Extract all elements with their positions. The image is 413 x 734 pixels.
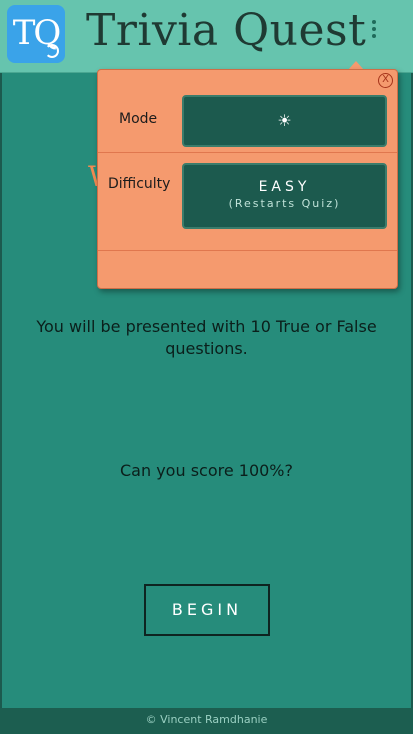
difficulty-value: EASY bbox=[258, 179, 311, 195]
difficulty-note: (Restarts Quiz) bbox=[228, 197, 341, 210]
footer: © Vincent Ramdhanie bbox=[0, 708, 413, 734]
mode-label: Mode bbox=[119, 111, 158, 127]
difficulty-row: Difficulty EASY (Restarts Quiz) bbox=[98, 153, 397, 251]
copyright-text: © Vincent Ramdhanie bbox=[145, 713, 268, 726]
more-vert-icon[interactable] bbox=[364, 20, 384, 46]
close-icon[interactable]: X bbox=[378, 73, 393, 88]
app-title: Trivia Quest bbox=[86, 5, 367, 56]
mode-row: Mode ☀ bbox=[98, 88, 397, 153]
difficulty-button[interactable]: EASY (Restarts Quiz) bbox=[182, 163, 387, 229]
mode-toggle-button[interactable]: ☀ bbox=[182, 95, 387, 147]
challenge-text: Can you score 100%? bbox=[120, 461, 293, 480]
begin-button[interactable]: BEGIN bbox=[144, 584, 270, 636]
app-logo: TQ bbox=[7, 5, 65, 63]
logo-swirl-icon bbox=[45, 44, 59, 58]
settings-menu: X Mode ☀ Difficulty EASY (Restarts Quiz) bbox=[97, 69, 398, 289]
difficulty-label: Difficulty bbox=[108, 176, 171, 192]
sun-icon: ☀ bbox=[277, 111, 292, 130]
intro-text: You will be presented with 10 True or Fa… bbox=[36, 317, 377, 358]
